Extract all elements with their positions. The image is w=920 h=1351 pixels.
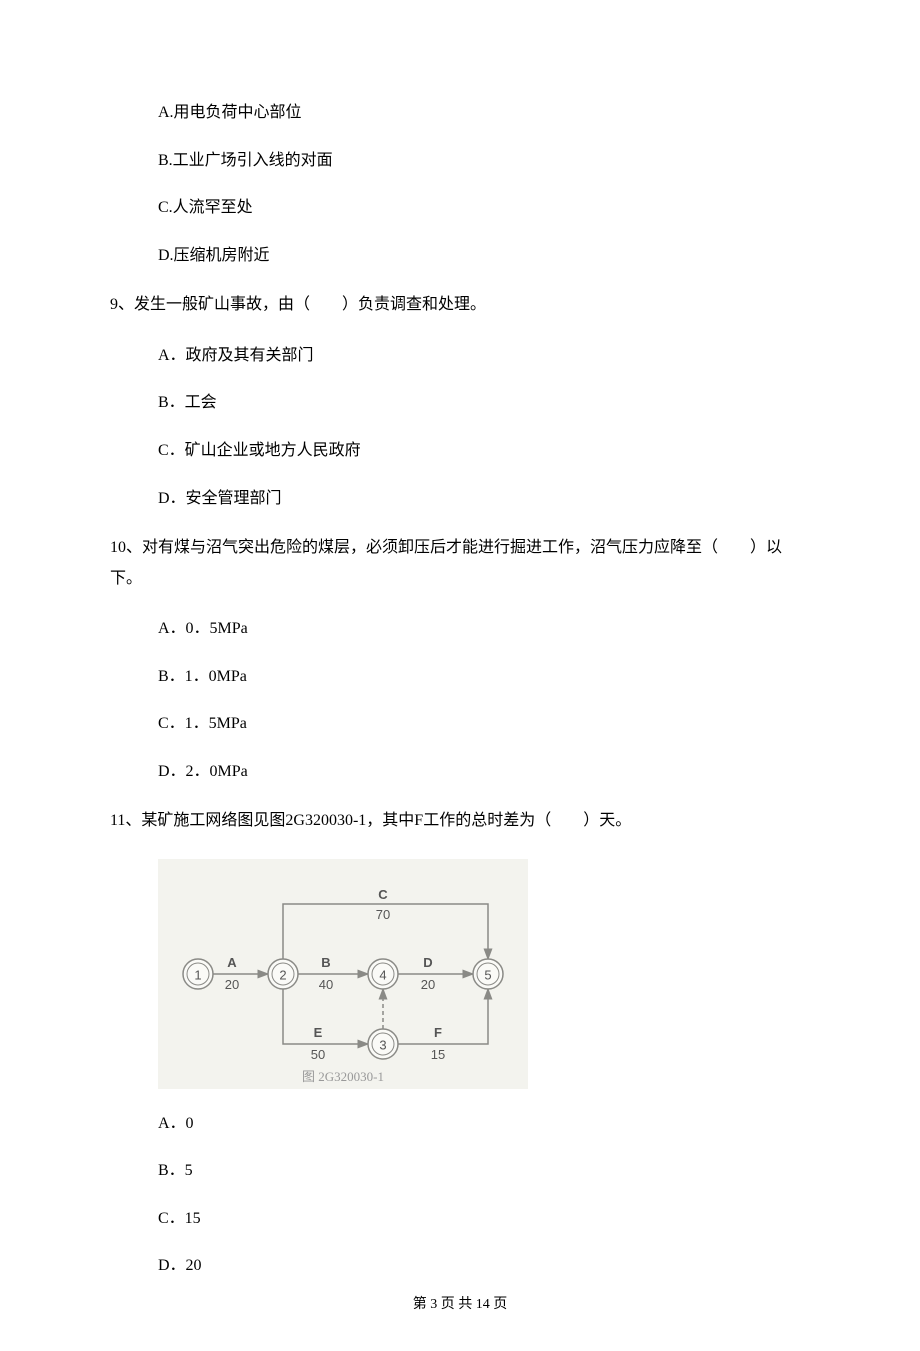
q10-option-d: D．2．0MPa: [158, 759, 810, 785]
svg-text:20: 20: [225, 977, 239, 992]
svg-text:D: D: [423, 955, 432, 970]
svg-text:5: 5: [484, 967, 491, 982]
q11-option-c: C．15: [158, 1206, 810, 1232]
svg-text:3: 3: [379, 1037, 386, 1052]
svg-text:4: 4: [379, 967, 386, 982]
q9-stem: 9、发生一般矿山事故，由（ ）负责调查和处理。: [110, 290, 810, 320]
option-a: A.用电负荷中心部位: [158, 100, 810, 126]
q11-option-a: A．0: [158, 1111, 810, 1137]
svg-text:E: E: [314, 1025, 323, 1040]
svg-text:C: C: [378, 887, 388, 902]
svg-text:1: 1: [194, 967, 201, 982]
q10-stem: 10、对有煤与沼气突出危险的煤层，必须卸压后才能进行掘进工作，沼气压力应降至（ …: [110, 533, 810, 594]
page: A.用电负荷中心部位 B.工业广场引入线的对面 C.人流罕至处 D.压缩机房附近…: [0, 0, 920, 1351]
network-diagram: 1 2 3 4 5 A 20 B 40 D 20 C 70 E 50 F 15 图 2G320030-1: [158, 859, 810, 1089]
svg-text:B: B: [321, 955, 330, 970]
svg-text:20: 20: [421, 977, 435, 992]
diagram-caption: 图 2G320030-1: [302, 1069, 384, 1084]
q10-option-b: B．1．0MPa: [158, 664, 810, 690]
svg-text:F: F: [434, 1025, 442, 1040]
q9-option-c: C．矿山企业或地方人民政府: [158, 438, 810, 464]
svg-text:15: 15: [431, 1047, 445, 1062]
svg-text:40: 40: [319, 977, 333, 992]
q11-stem: 11、某矿施工网络图见图2G320030-1，其中F工作的总时差为（ ）天。: [110, 806, 810, 836]
svg-text:70: 70: [376, 907, 390, 922]
q10-option-a: A．0．5MPa: [158, 616, 810, 642]
option-c: C.人流罕至处: [158, 195, 810, 221]
q9-option-d: D．安全管理部门: [158, 486, 810, 512]
option-d: D.压缩机房附近: [158, 243, 810, 269]
q9-option-a: A．政府及其有关部门: [158, 343, 810, 369]
q10-option-c: C．1．5MPa: [158, 711, 810, 737]
option-b: B.工业广场引入线的对面: [158, 148, 810, 174]
svg-text:A: A: [227, 955, 237, 970]
q11-option-d: D．20: [158, 1253, 810, 1279]
q9-option-b: B．工会: [158, 390, 810, 416]
svg-text:50: 50: [311, 1047, 325, 1062]
page-footer: 第 3 页 共 14 页: [0, 1293, 920, 1313]
q11-option-b: B．5: [158, 1158, 810, 1184]
svg-text:2: 2: [279, 967, 286, 982]
